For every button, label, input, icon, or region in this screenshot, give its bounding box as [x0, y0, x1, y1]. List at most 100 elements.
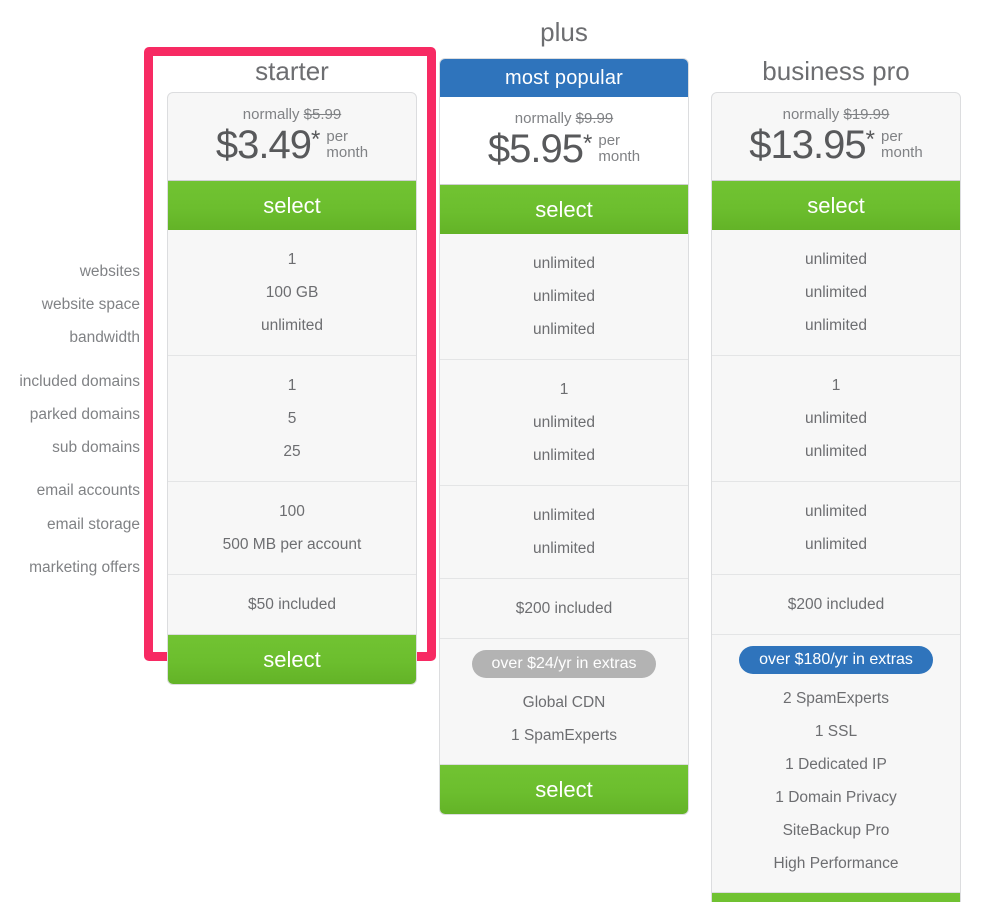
- feature-value: unlimited: [804, 283, 868, 301]
- plan-card-business-pro: normally $19.99 $13.95 * per month select unli…: [711, 92, 961, 902]
- feature-group: 1 100 GB unlimited: [168, 230, 416, 355]
- select-button-bottom-starter[interactable]: select: [168, 633, 416, 684]
- price-period-line1: per: [326, 127, 349, 145]
- feature-value: unlimited: [532, 287, 596, 305]
- extras-badge[interactable]: over $180/yr in extras: [739, 645, 933, 675]
- normally-struck-price: $9.99: [575, 110, 614, 127]
- price-row: $3.49 * per month: [168, 122, 416, 167]
- feature-group: 1 5 25: [168, 354, 416, 481]
- plan-title-plus: plus: [540, 17, 588, 47]
- price-row: $5.95 * per month: [440, 126, 688, 171]
- feature-group: unlimited unlimited unlimited: [712, 230, 960, 355]
- extras-section-business-pro: over $180/yr in extras: [712, 633, 960, 679]
- feature-group: 100 500 MB per account: [168, 480, 416, 574]
- normally-struck-price: $5.99: [303, 106, 342, 123]
- plan-card-starter: normally $5.99 $3.49 * per month select 1 100 G…: [167, 92, 417, 685]
- feature-group: unlimited unlimited: [440, 484, 688, 578]
- bonus-item: 1 Dedicated IP: [785, 756, 887, 774]
- price-asterisk: *: [583, 129, 593, 157]
- feature-value: 100: [279, 502, 305, 520]
- feature-group: $50 included: [168, 573, 416, 634]
- feature-value: 1: [559, 380, 569, 398]
- feature-label-website-space: website space: [41, 296, 140, 313]
- normally-struck-price: $19.99: [843, 106, 890, 123]
- most-popular-ribbon: most popular: [440, 59, 688, 97]
- bonus-item: Global CDN: [522, 694, 606, 712]
- feature-value: $200 included: [787, 595, 885, 613]
- normally-price-line: normally $9.99: [440, 110, 688, 128]
- feature-value: 100 GB: [265, 283, 319, 301]
- bonus-item: 1 SpamExperts: [511, 727, 617, 745]
- bonus-item: 2 SpamExperts: [783, 690, 889, 708]
- price-period: per month: [326, 126, 368, 163]
- feature-value: unlimited: [532, 446, 596, 464]
- normally-label: normally: [782, 106, 840, 123]
- normally-label: normally: [514, 110, 572, 127]
- feature-label-included-domains: included domains: [19, 373, 140, 390]
- feature-value: unlimited: [804, 502, 868, 520]
- price-period-line2: month: [598, 148, 641, 166]
- price-period-line2: month: [880, 144, 923, 162]
- feature-value: 1: [831, 376, 841, 394]
- plan-title-starter: starter: [255, 56, 329, 86]
- feature-label-sub-domains: sub domains: [52, 439, 140, 456]
- normally-price-line: normally $5.99: [168, 106, 416, 124]
- feature-value: unlimited: [804, 409, 868, 427]
- price-period-line2: month: [326, 144, 369, 162]
- feature-value: unlimited: [804, 250, 868, 268]
- price-row: $13.95 * per month: [712, 122, 960, 167]
- extras-section-plus: over $24/yr in extras: [440, 637, 688, 683]
- price-block-starter: normally $5.99 $3.49 * per month: [168, 93, 416, 180]
- bonus-item: 1 SSL: [814, 723, 858, 741]
- feature-label-marketing-offers: marketing offers: [29, 559, 140, 576]
- feature-value: 25: [283, 442, 301, 460]
- price-asterisk: *: [311, 125, 321, 153]
- feature-group: unlimited unlimited: [712, 480, 960, 574]
- feature-value: 1: [287, 250, 297, 268]
- bonus-item: High Performance: [773, 855, 899, 873]
- feature-value: $200 included: [515, 599, 613, 617]
- bonus-list-plus: Global CDN 1 SpamExperts: [440, 682, 688, 764]
- select-button-top-starter[interactable]: select: [168, 179, 416, 230]
- feature-value: unlimited: [532, 320, 596, 338]
- pricing-table: websites website space bandwidth included d…: [0, 0, 1000, 902]
- price-period-line1: per: [598, 131, 621, 149]
- feature-value: 1: [287, 376, 297, 394]
- feature-value: unlimited: [532, 413, 596, 431]
- price-amount: $3.49: [215, 122, 312, 167]
- price-amount: $13.95: [749, 122, 866, 167]
- select-button-top-plus[interactable]: select: [440, 183, 688, 234]
- feature-value: unlimited: [532, 506, 596, 524]
- normally-label: normally: [242, 106, 300, 123]
- price-amount: $5.95: [487, 126, 584, 171]
- feature-list-starter: 1 100 GB unlimited 1 5 25 100 500 MB per accoun…: [168, 230, 416, 634]
- price-period: per month: [881, 126, 923, 163]
- feature-value: unlimited: [804, 535, 868, 553]
- price-block-business-pro: normally $19.99 $13.95 * per month: [712, 93, 960, 179]
- feature-value: unlimited: [804, 316, 868, 334]
- bonus-item: SiteBackup Pro: [782, 822, 890, 840]
- price-asterisk: *: [865, 125, 875, 153]
- feature-label-parked-domains: parked domains: [29, 406, 140, 423]
- select-button-top-business-pro[interactable]: select: [712, 179, 960, 230]
- feature-group: 1 unlimited unlimited: [712, 354, 960, 481]
- feature-group: 1 unlimited unlimited: [440, 358, 688, 485]
- select-button-bottom-plus[interactable]: select: [440, 764, 688, 815]
- plan-card-plus: most popular normally $9.99 $5.95 * per month…: [439, 58, 689, 816]
- feature-group: unlimited unlimited unlimited: [440, 234, 688, 359]
- bonus-list-business-pro: 2 SpamExperts 1 SSL 1 Dedicated IP 1 Domain…: [712, 678, 960, 892]
- feature-value: unlimited: [804, 442, 868, 460]
- feature-value: 5: [287, 409, 297, 427]
- bonus-item: 1 Domain Privacy: [775, 789, 897, 807]
- feature-value: 500 MB per account: [222, 535, 362, 553]
- select-button-bottom-business-pro[interactable]: select: [712, 892, 960, 902]
- normally-price-line: normally $19.99: [712, 106, 960, 124]
- extras-badge[interactable]: over $24/yr in extras: [471, 649, 657, 679]
- feature-label-rail: websites website space bandwidth included d…: [0, 0, 140, 902]
- price-period: per month: [598, 130, 640, 167]
- feature-value: $50 included: [248, 595, 336, 613]
- feature-label-websites: websites: [79, 263, 140, 280]
- price-period-line1: per: [880, 127, 903, 145]
- feature-value: unlimited: [532, 539, 596, 557]
- feature-list-business-pro: unlimited unlimited unlimited 1 unlimited unl…: [712, 230, 960, 634]
